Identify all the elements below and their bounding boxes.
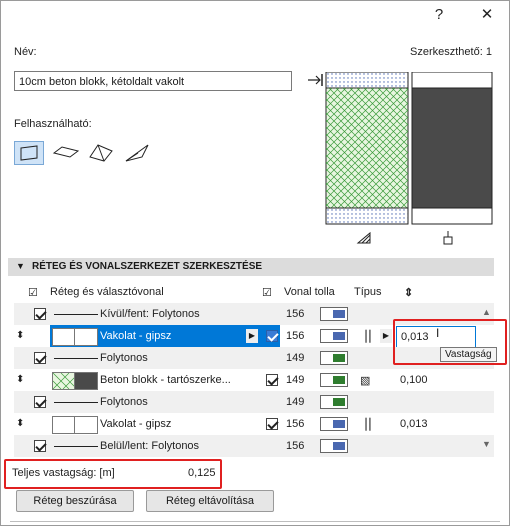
row-checkbox[interactable] (266, 330, 278, 342)
scroll-down-icon[interactable]: ▼ (482, 439, 491, 449)
drag-handle-icon[interactable]: ⬍ (16, 418, 24, 429)
pen-swatch[interactable] (320, 417, 348, 431)
name-field[interactable]: 10cm beton blokk, kétoldalt vakolt (14, 71, 292, 91)
layer-grid: ☑ Réteg és választóvonal ☑ Vonal tolla T… (14, 281, 494, 457)
row-label: Vakolat - gipsz (100, 330, 172, 342)
insert-layer-button[interactable]: Réteg beszúrása (16, 490, 134, 512)
type-icon[interactable]: ▕ ▏ (358, 330, 378, 343)
fill-pattern-icon[interactable] (52, 328, 76, 346)
row-label: Folytonos (100, 352, 148, 364)
row-checkbox[interactable] (266, 374, 278, 386)
row-checkbox[interactable] (34, 352, 46, 364)
thickness-value[interactable]: 0,100 (400, 374, 428, 386)
col-pen-header: Vonal tolla (284, 286, 335, 298)
table-row[interactable]: Folytonos 149 (14, 391, 494, 413)
collapse-icon[interactable]: ▼ (16, 261, 25, 271)
table-row[interactable]: ⬍ Beton blokk - tartószerke... 149 ▧ 0,1… (14, 369, 494, 391)
pen-number[interactable]: 149 (286, 352, 304, 364)
table-row[interactable]: ⬍ Vakolat - gipsz 156 ▕ ▏ 0,013 (14, 413, 494, 435)
col-type-header: Típus (354, 286, 382, 298)
row-checkbox[interactable] (34, 440, 46, 452)
table-row[interactable]: Belül/lent: Folytonos 156 (14, 435, 494, 457)
drag-handle-icon[interactable]: ⬍ (16, 374, 24, 385)
wall-usage-icon[interactable] (14, 141, 44, 165)
fill-pattern-icon[interactable] (52, 372, 76, 390)
pen-swatch[interactable] (320, 395, 348, 409)
scroll-up-icon[interactable]: ▲ (482, 307, 491, 317)
help-button[interactable]: ? (424, 2, 454, 28)
pen-swatch[interactable] (320, 307, 348, 321)
row-label: Folytonos (100, 396, 148, 408)
drag-handle-icon[interactable]: ⬍ (16, 330, 24, 341)
pen-swatch[interactable] (320, 351, 348, 365)
pen-number[interactable]: 156 (286, 330, 304, 342)
col-layer-header: Réteg és választóvonal (50, 286, 164, 298)
editable-count: Szerkeszthető: 1 (410, 46, 492, 58)
section-header[interactable]: ▼ RÉTEG ÉS VONALSZERKEZET SZERKESZTÉSE (8, 258, 494, 276)
row-checkbox[interactable] (34, 396, 46, 408)
row-checkbox[interactable] (266, 418, 278, 430)
usable-label: Felhasználható: (14, 118, 92, 130)
type-icon[interactable]: ▧ (360, 374, 370, 387)
type-icon[interactable]: ▕ ▏ (358, 418, 378, 431)
pen-number[interactable]: 156 (286, 308, 304, 320)
thickness-icon: ⇕ (404, 287, 414, 299)
slab-usage-icon[interactable] (50, 141, 80, 165)
shell-usage-icon[interactable] (122, 141, 152, 165)
remove-layer-button[interactable]: Réteg eltávolítása (146, 490, 274, 512)
fill-pattern-icon[interactable] (52, 416, 76, 434)
pen-swatch[interactable] (320, 439, 348, 453)
highlight-thickness (393, 319, 507, 365)
grid-header: ☑ Réteg és választóvonal ☑ Vonal tolla T… (14, 281, 494, 303)
row-label: Kívül/fent: Folytonos (100, 308, 200, 320)
pen-swatch[interactable] (320, 373, 348, 387)
thickness-value[interactable]: 0,013 (400, 418, 428, 430)
section-title: RÉTEG ÉS VONALSZERKEZET SZERKESZTÉSE (32, 261, 263, 272)
row-label: Vakolat - gipsz (100, 418, 172, 430)
pen-number[interactable]: 156 (286, 418, 304, 430)
preview-panel (306, 71, 496, 242)
close-button[interactable]: ✕ (472, 2, 502, 28)
row-label: Beton blokk - tartószerke... (100, 374, 231, 386)
row-label: Belül/lent: Folytonos (100, 440, 200, 452)
chevron-right-icon[interactable]: ▶ (246, 329, 258, 343)
roof-usage-icon[interactable] (86, 141, 116, 165)
check-all-pen-icon[interactable]: ☑ (262, 286, 272, 299)
pen-number[interactable]: 149 (286, 396, 304, 408)
check-all-icon[interactable]: ☑ (28, 286, 38, 299)
paint-bucket-icon[interactable] (440, 230, 456, 246)
pen-swatch[interactable] (320, 329, 348, 343)
pen-number[interactable]: 156 (286, 440, 304, 452)
total-label: Teljes vastagság: [m] (12, 467, 115, 479)
total-value: 0,125 (188, 467, 216, 479)
pen-number[interactable]: 149 (286, 374, 304, 386)
row-checkbox[interactable] (34, 308, 46, 320)
divider (10, 521, 500, 522)
hatch-icon[interactable] (356, 231, 372, 245)
chevron-right-icon[interactable]: ▶ (380, 329, 392, 343)
name-label: Név: (14, 46, 37, 58)
